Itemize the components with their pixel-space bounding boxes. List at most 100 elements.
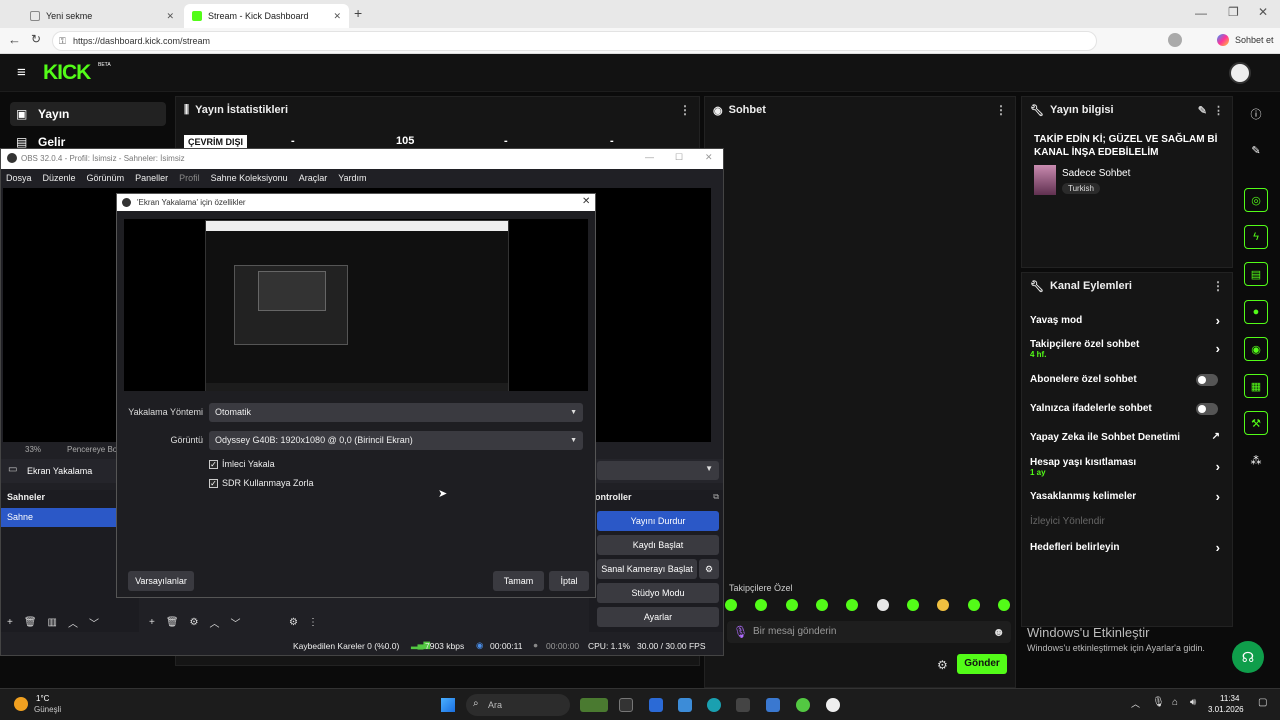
stop-stream-button[interactable]: Yayını Durdur [597,511,719,531]
chat-input[interactable]: 🎙 Bir mesaj gönderin ☻ [727,621,1011,643]
more-icon[interactable]: ⋮ [1212,279,1224,293]
start-recording-button[interactable]: Kaydı Başlat [597,535,719,555]
down-icon[interactable]: ﹀ [89,615,99,630]
minimize-icon[interactable]: — [645,152,654,162]
kick-logo[interactable]: KICK [43,61,91,85]
menu-edit[interactable]: Düzenle [43,169,76,187]
fit-window-label[interactable]: Pencereye Boy [67,445,121,454]
defaults-button[interactable]: Varsayılanlar [128,571,194,591]
emote-icon[interactable] [997,599,1010,611]
profile-avatar[interactable] [1168,33,1182,47]
action-followers-only[interactable]: Takipçilere özel sohbet 4 hf. › [1030,339,1228,359]
user-avatar[interactable] [1229,62,1251,84]
obs-app-icon[interactable] [826,698,840,712]
capture-cursor-checkbox[interactable]: ✓ İmleci Yakala [209,459,275,469]
add-icon[interactable]: + [7,617,13,628]
edge-icon[interactable] [707,698,721,712]
layout-icon[interactable]: ▦ [1244,374,1268,398]
filter-icon[interactable]: ▥ [48,617,57,628]
add-icon[interactable]: + [149,617,155,628]
widgets-icon[interactable] [580,698,608,712]
emote-icon[interactable] [815,599,828,611]
copilot-label[interactable]: Sohbet et [1235,35,1274,45]
notes-icon[interactable]: ▤ [1244,262,1268,286]
minimize-icon[interactable]: — [1195,6,1207,20]
volume-icon[interactable]: 🔊︎ [1190,697,1196,708]
virtual-camera-settings-icon[interactable]: ⚙ [699,559,719,579]
up-icon[interactable]: ︿ [210,615,220,630]
up-icon[interactable]: ︿ [68,615,78,630]
action-banned-words[interactable]: Yasaklanmış kelimeler › [1030,489,1228,504]
info-icon[interactable]: ⓘ [1244,102,1268,126]
display-select[interactable]: ▼ [597,461,719,480]
nodes-icon[interactable]: ⁂ [1244,448,1268,472]
menu-docks[interactable]: Paneller [135,169,168,187]
store-icon[interactable] [649,698,663,712]
browser-tab-kick[interactable]: Stream - Kick Dashboard ✕ [184,4,349,28]
more-icon[interactable]: ⋮ [1213,104,1224,117]
camera-icon[interactable]: ◎ [1244,188,1268,212]
browser-tab-new[interactable]: Yeni sekme ✕ [22,4,182,28]
action-slow-mode[interactable]: Yavaş mod › [1030,313,1228,328]
photos-icon[interactable] [678,698,692,712]
start-icon[interactable] [441,698,455,712]
mixer-settings-icon[interactable]: ⚙ [289,617,298,628]
menu-tools[interactable]: Araçlar [299,169,328,187]
menu-scene-collection[interactable]: Sahne Koleksiyonu [211,169,288,187]
emoji-icon[interactable]: ☻ [992,625,1005,639]
send-button[interactable]: Gönder [957,654,1007,674]
emote-icon[interactable] [906,599,919,611]
action-ai-moderation[interactable]: Yapay Zeka ile Sohbet Denetimi ↗ [1030,431,1228,443]
more-icon[interactable]: ⋮ [995,103,1007,117]
close-icon[interactable]: ✕ [705,152,713,163]
start-virtual-camera-button[interactable]: Sanal Kamerayı Başlat [597,559,697,579]
kick-app-icon[interactable] [796,698,810,712]
close-window-icon[interactable]: ✕ [1258,5,1268,19]
support-chat-button[interactable]: ☊ [1232,641,1264,673]
tool-icon[interactable]: ⚒ [1244,411,1268,435]
taskbar-search[interactable]: ⌕ Ara [466,694,570,716]
gear-icon[interactable]: ⚙ [190,617,199,628]
menu-file[interactable]: Dosya [6,169,32,187]
broadcast-icon[interactable]: ◉ [1244,337,1268,361]
trash-icon[interactable]: 🗑︎ [166,617,179,628]
force-sdr-checkbox[interactable]: ✓ SDR Kullanmaya Zorla [209,478,314,488]
maximize-icon[interactable]: ☐ [675,152,683,163]
down-icon[interactable]: ﹀ [231,615,241,630]
emote-icon[interactable] [846,599,859,611]
menu-profile[interactable]: Profil [179,169,200,187]
ok-button[interactable]: Tamam [493,571,544,591]
mail-icon[interactable] [766,698,780,712]
toggle-switch[interactable] [1196,403,1218,415]
new-tab-icon[interactable]: + [354,5,362,21]
toggle-switch[interactable] [1196,374,1218,386]
more-icon[interactable]: ⋮ [308,617,318,628]
restore-icon[interactable]: ❐ [1228,5,1239,19]
undock-icon[interactable]: ⧉ [713,492,719,502]
emote-icon[interactable] [725,599,737,611]
notification-icon[interactable]: ▢ [1258,697,1267,708]
menu-help[interactable]: Yardım [338,169,366,187]
studio-mode-button[interactable]: Stüdyo Modu [597,583,719,603]
nav-item-yayin[interactable]: ▣ Yayın [10,102,166,126]
url-field[interactable]: ⚿ https://dashboard.kick.com/stream [52,31,1097,51]
network-icon[interactable]: ⌂ [1172,697,1178,708]
back-icon[interactable]: ← [8,32,21,47]
reload-icon[interactable]: ↻ [31,32,41,46]
close-icon[interactable]: ✕ [582,196,590,207]
action-subscribers-only[interactable]: Abonelere özel sohbet [1030,374,1228,386]
display-select[interactable]: Odyssey G40B: 1920x1080 @ 0,0 (Birincil … [209,431,583,450]
emote-icon[interactable] [785,599,798,611]
emote-icon[interactable] [937,599,950,611]
tray-chevron-icon[interactable]: ︿ [1131,697,1140,710]
more-icon[interactable]: ⋮ [679,103,691,117]
emote-icon[interactable] [876,599,889,611]
trash-icon[interactable]: 🗑︎ [24,617,37,628]
file-explorer-icon[interactable] [619,698,633,712]
edit-icon[interactable]: ✎ [1244,138,1268,162]
mic-icon[interactable]: 🎙 [733,625,748,639]
action-emotes-only[interactable]: Yalnızca ifadelerle sohbet [1030,403,1228,415]
weather-icon[interactable] [14,697,28,711]
edit-icon[interactable]: ✎ [1198,104,1207,117]
action-account-age[interactable]: Hesap yaşı kısıtlaması 1 ay › [1030,457,1228,477]
